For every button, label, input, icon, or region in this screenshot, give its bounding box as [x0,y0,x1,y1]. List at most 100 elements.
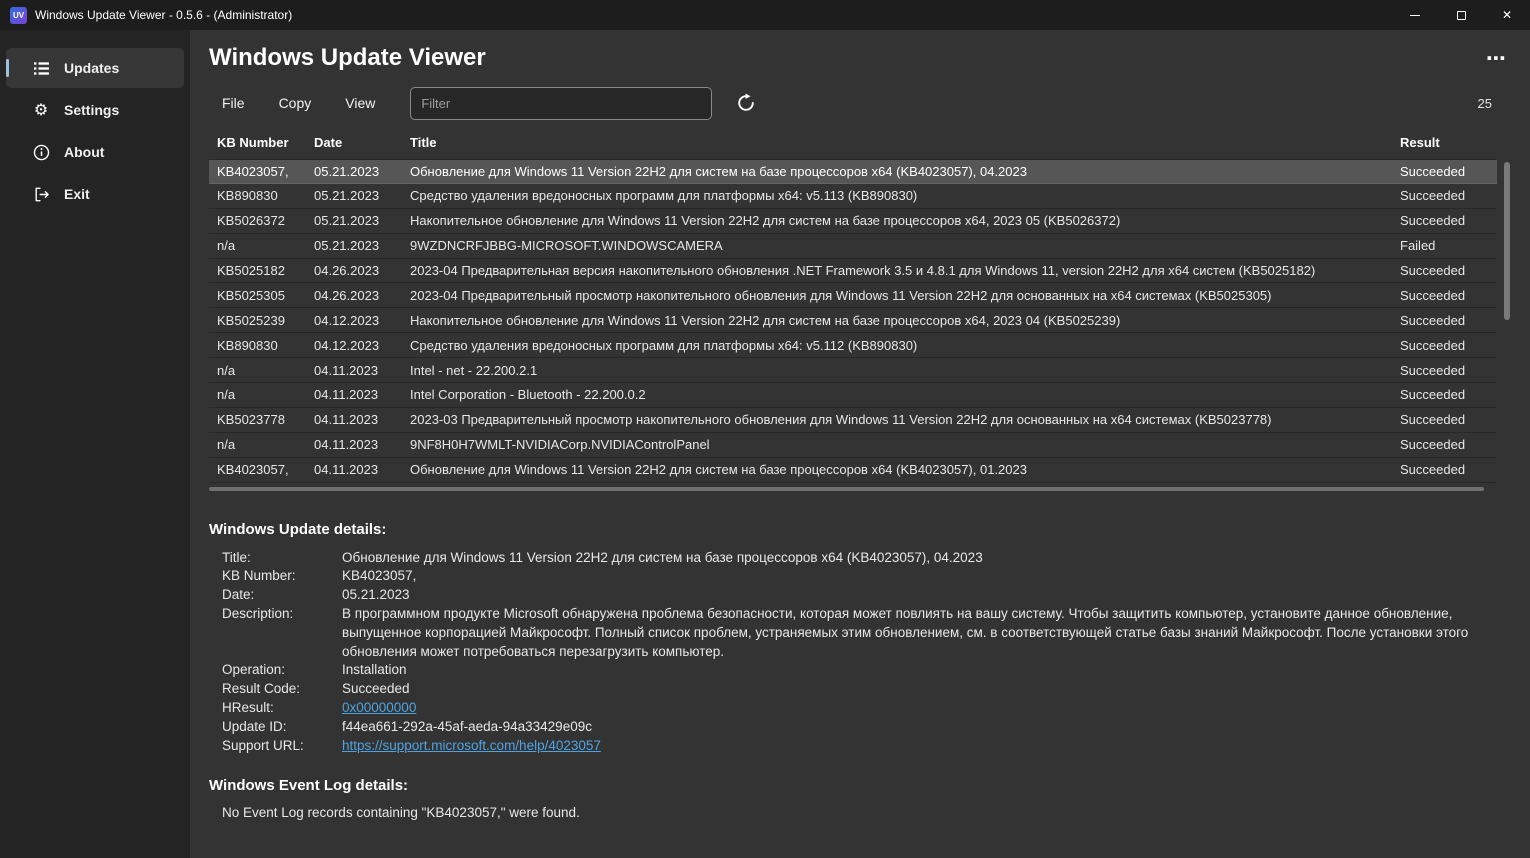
column-header-result[interactable]: Result [1400,135,1497,150]
toolbar: File Copy View 25 [209,86,1512,120]
cell-title: Обновление для Windows 11 Version 22H2 д… [410,462,1400,477]
table-row[interactable]: KB4023057,05.21.2023Обновление для Windo… [209,159,1497,184]
sidebar-item-label: Updates [64,60,119,76]
detail-field-value: f44ea661-292a-45af-aeda-94a33429e09c [342,718,1512,737]
table-row[interactable]: n/a05.21.20239WZDNCRFJBBG-MICROSOFT.WIND… [209,234,1497,259]
table-body: KB4023057,05.21.2023 Обновление для Windo… [209,159,1497,483]
window-title: Windows Update Viewer - 0.5.6 - (Adminis… [35,8,292,22]
cell-result: Succeeded [1400,263,1497,278]
detail-field: Update ID:f44ea661-292a-45af-aeda-94a334… [222,718,1512,737]
update-count: 25 [1478,96,1492,111]
table-row[interactable]: n/a04.11.2023Intel Corporation - Bluetoo… [209,383,1497,408]
cell-title: Intel - net - 22.200.2.1 [410,363,1400,378]
cell-kb-number: KB4023057, [209,164,314,179]
column-header-title[interactable]: Title [410,135,1400,150]
maximize-button[interactable] [1438,0,1484,30]
cell-result: Succeeded [1400,313,1497,328]
sidebar-item-updates[interactable]: Updates [6,48,184,88]
close-icon: ✕ [1502,8,1512,22]
table-row[interactable]: KB502377804.11.20232023-03 Предварительн… [209,408,1497,433]
horizontal-scrollbar[interactable] [209,487,1497,491]
detail-field-link[interactable]: 0x00000000 [342,699,1512,718]
cell-title: Средство удаления вредоносных программ д… [410,188,1400,203]
detail-field-value: Installation [342,661,1512,680]
cell-kb-number: KB5023778 [209,412,314,427]
menu-file[interactable]: File [209,89,258,117]
table-row[interactable]: KB89083004.12.2023Средство удаления вред… [209,333,1497,358]
column-header-kb-number[interactable]: KB Number [209,135,314,150]
sidebar-item-settings[interactable]: ⚙ Settings [6,90,184,130]
cell-date: 04.12.2023 [314,313,410,328]
maximize-icon [1457,11,1466,20]
cell-date: 04.12.2023 [314,338,410,353]
detail-field: Date:05.21.2023 [222,586,1512,605]
app-window: UV Windows Update Viewer - 0.5.6 - (Admi… [0,0,1530,858]
table-row[interactable]: n/a04.11.20239NF8H0H7WMLT-NVIDIACorp.NVI… [209,433,1497,458]
detail-field-label: Update ID: [222,718,342,737]
cell-result: Succeeded [1400,164,1497,179]
cell-kb-number: KB890830 [209,338,314,353]
cell-title: 2023-04 Предварительный просмотр накопит… [410,288,1400,303]
horizontal-scrollbar-thumb[interactable] [209,487,1484,491]
cell-title: Средство удаления вредоносных программ д… [410,338,1400,353]
refresh-icon [736,93,756,113]
table-row[interactable]: KB502518204.26.20232023-04 Предварительн… [209,259,1497,284]
cell-title: Intel Corporation - Bluetooth - 22.200.0… [410,387,1400,402]
vertical-scrollbar-thumb[interactable] [1504,162,1510,320]
titlebar: UV Windows Update Viewer - 0.5.6 - (Admi… [0,0,1530,30]
detail-field: Operation:Installation [222,661,1512,680]
table-header: KB Number Date Title Result [209,128,1497,159]
eventlog-message: No Event Log records containing "KB40230… [222,805,1512,820]
cell-date: 04.11.2023 [314,387,410,402]
detail-field-label: KB Number: [222,567,342,586]
detail-field-value: 05.21.2023 [342,586,1512,605]
cell-title: 9WZDNCRFJBBG-MICROSOFT.WINDOWSCAMERA [410,238,1400,253]
table-row[interactable]: KB502637205.21.2023Накопительное обновле… [209,209,1497,234]
sidebar-item-label: Exit [64,186,90,202]
detail-field-value: KB4023057, [342,567,1512,586]
cell-title: Накопительное обновление для Windows 11 … [410,313,1400,328]
cell-date: 04.11.2023 [314,412,410,427]
cell-result: Succeeded [1400,387,1497,402]
sidebar-item-label: Settings [64,102,119,118]
cell-kb-number: KB5025239 [209,313,314,328]
refresh-button[interactable] [732,89,760,117]
cell-date: 04.26.2023 [314,263,410,278]
cell-date: 04.11.2023 [314,462,410,477]
cell-date: 04.26.2023 [314,288,410,303]
detail-field: Support URL:https://support.microsoft.co… [222,737,1512,756]
detail-field-link[interactable]: https://support.microsoft.com/help/40230… [342,737,1512,756]
column-header-date[interactable]: Date [314,135,410,150]
minimize-button[interactable] [1392,0,1438,30]
sidebar: Updates ⚙ Settings About Exit [0,30,190,858]
cell-date: 05.21.2023 [314,188,410,203]
gear-icon: ⚙ [32,101,50,119]
cell-kb-number: KB5025305 [209,288,314,303]
more-options-button[interactable]: ⋯ [1482,46,1512,71]
vertical-scrollbar[interactable] [1504,162,1510,473]
detail-field-value: В программном продукте Microsoft обнаруж… [342,605,1512,661]
close-button[interactable]: ✕ [1484,0,1530,30]
details-fields: Title:Обновление для Windows 11 Version … [222,549,1512,756]
detail-field-value: Обновление для Windows 11 Version 22H2 д… [342,549,1512,568]
sidebar-item-label: About [64,144,104,160]
cell-result: Succeeded [1400,338,1497,353]
filter-input[interactable] [410,87,712,120]
table-row[interactable]: n/a04.11.2023Intel - net - 22.200.2.1Suc… [209,358,1497,383]
sidebar-item-about[interactable]: About [6,132,184,172]
cell-date: 05.21.2023 [314,164,410,179]
update-details-section: Windows Update details: Title:Обновление… [209,521,1512,821]
cell-kb-number: n/a [209,437,314,452]
menu-copy[interactable]: Copy [266,89,325,117]
cell-date: 04.11.2023 [314,363,410,378]
main-content: Windows Update Viewer ⋯ File Copy View 2… [190,30,1530,858]
cell-result: Succeeded [1400,288,1497,303]
detail-field-label: Operation: [222,661,342,680]
menu-view[interactable]: View [332,89,388,117]
cell-result: Succeeded [1400,437,1497,452]
table-row[interactable]: KB502523904.12.2023Накопительное обновле… [209,308,1497,333]
table-row[interactable]: KB89083005.21.2023Средство удаления вред… [209,184,1497,209]
sidebar-item-exit[interactable]: Exit [6,174,184,214]
table-row[interactable]: KB4023057,04.11.2023Обновление для Windo… [209,458,1497,483]
table-row[interactable]: KB502530504.26.20232023-04 Предварительн… [209,283,1497,308]
